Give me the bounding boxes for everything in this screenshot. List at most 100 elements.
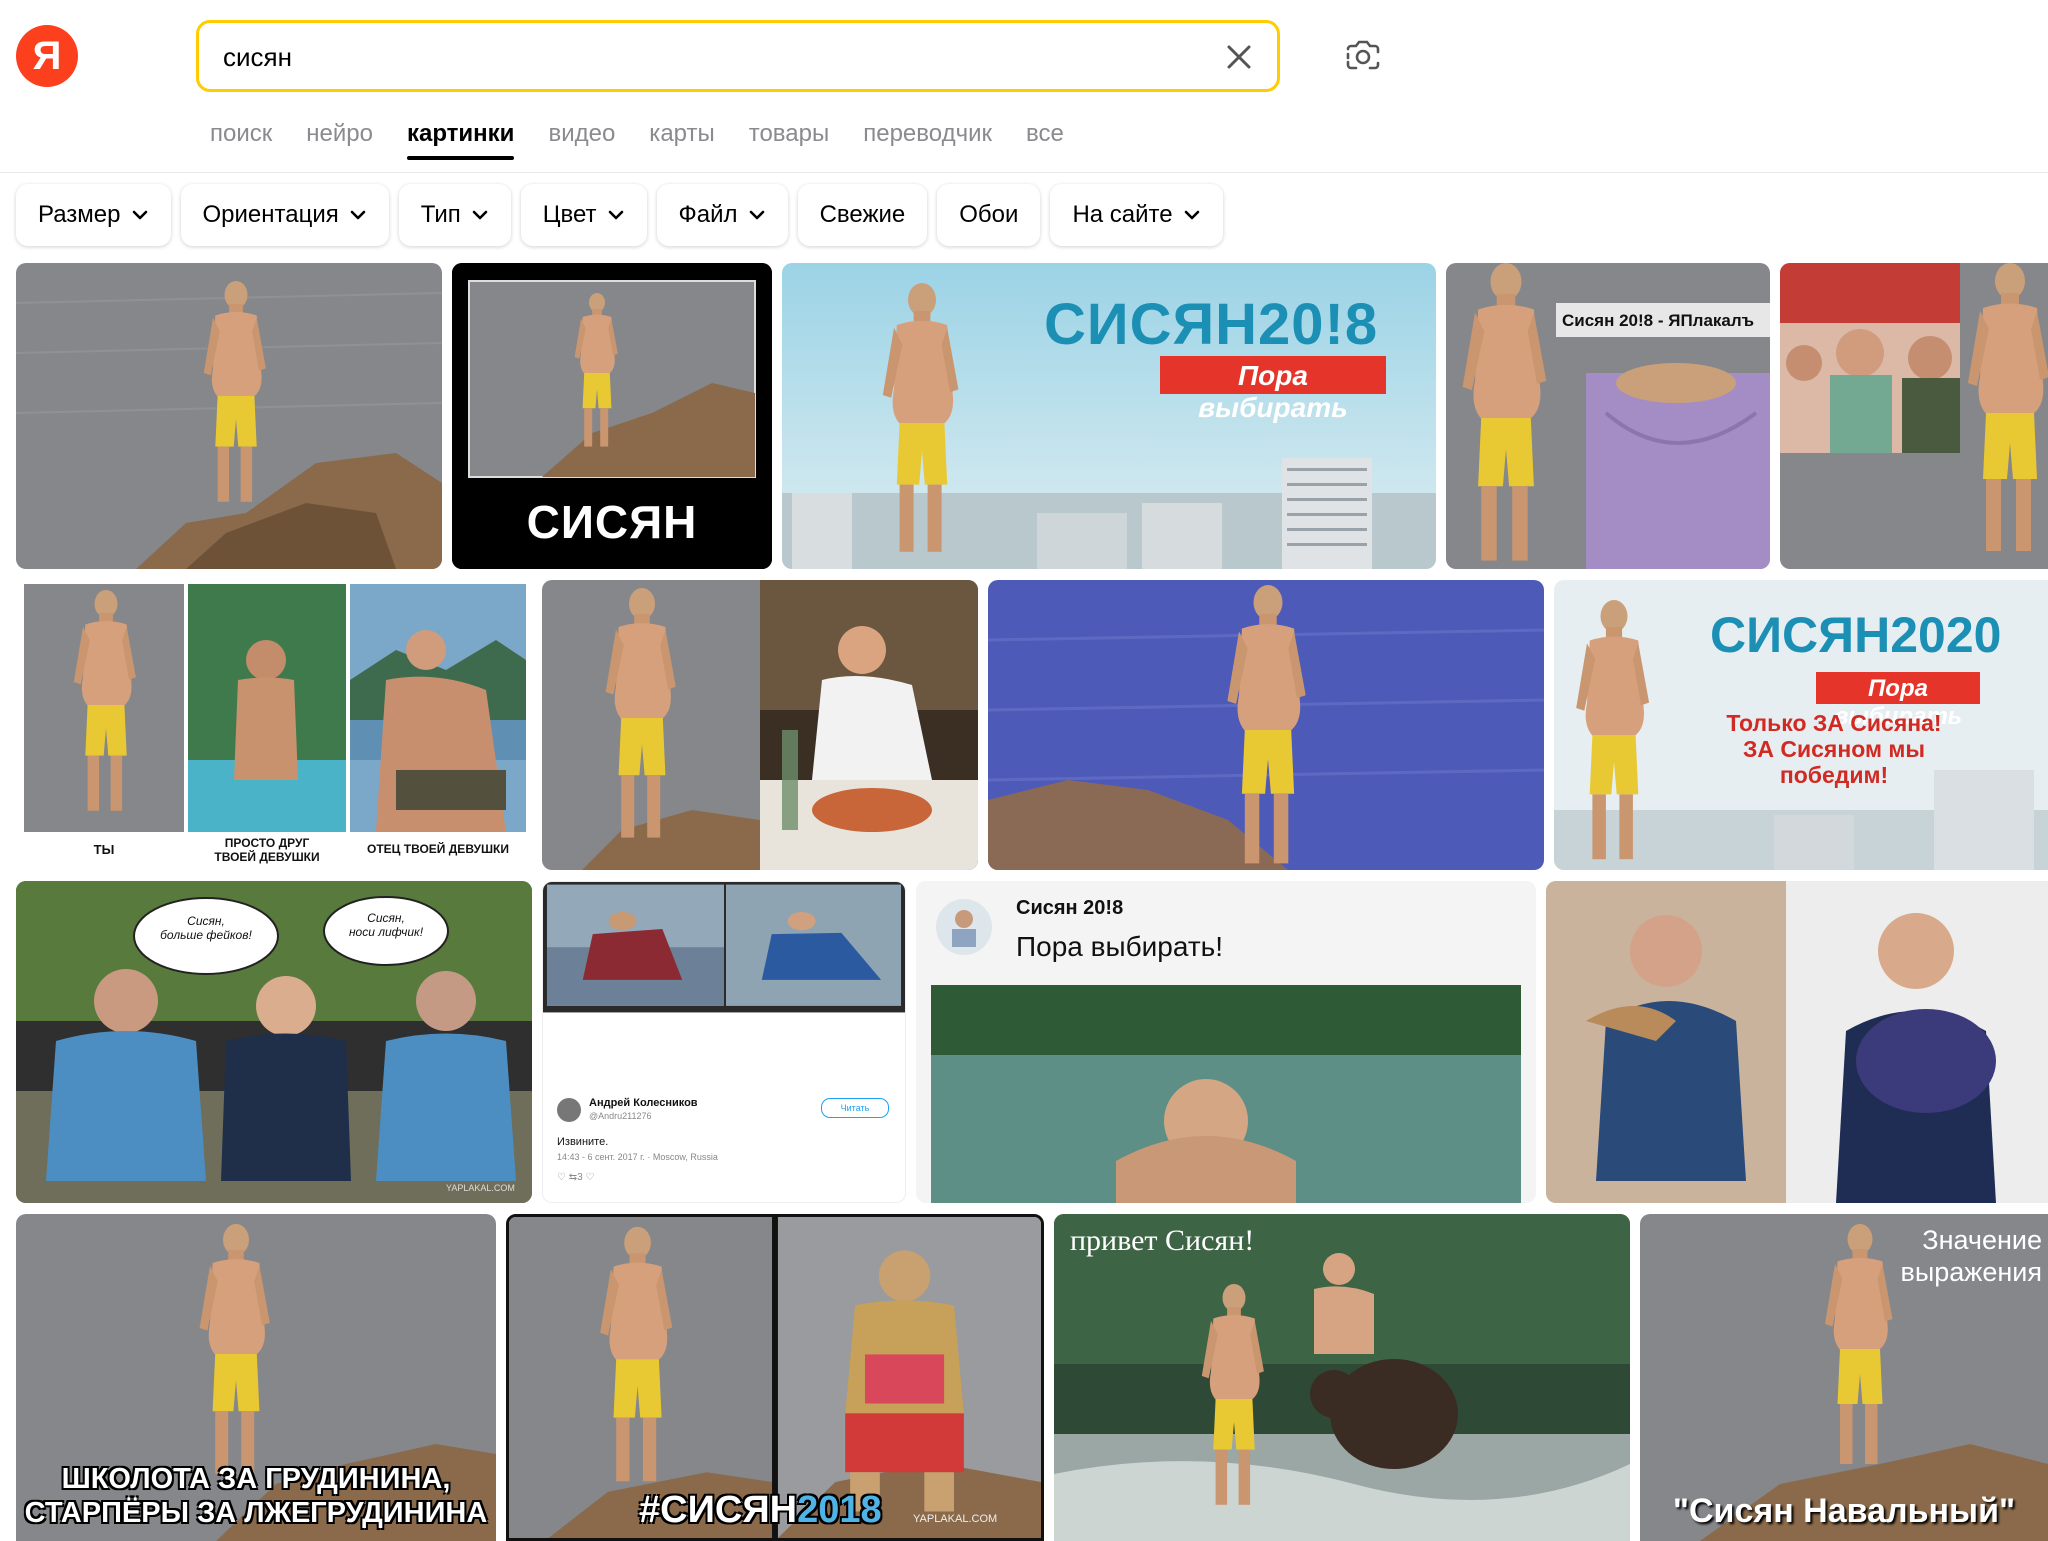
result-thumbnail xyxy=(1054,1214,1630,1541)
filter-file[interactable]: Файл xyxy=(656,184,788,246)
close-icon xyxy=(1227,45,1251,69)
filter-label: Файл xyxy=(678,201,738,228)
image-result[interactable]: СТИЛЬ БОГОМОЛА СТИЛЬ СИСЯНА Андрей Колес… xyxy=(542,881,906,1203)
image-result[interactable] xyxy=(988,580,1544,870)
filter-label: Обои xyxy=(959,201,1019,228)
header: Я поиск нейро картинки видео карты товар… xyxy=(0,0,2048,173)
caption-line: больше фейков! xyxy=(160,928,252,942)
result-caption: Сисян, носи лифчик! xyxy=(326,911,446,939)
caption-line: победим! xyxy=(1779,762,1889,788)
tab-goods[interactable]: товары xyxy=(749,112,830,158)
image-result[interactable]: СИСЯН xyxy=(452,263,772,569)
result-caption: Сисян 20!8 - ЯПлакалъ xyxy=(1562,311,1755,330)
yandex-logo[interactable]: Я xyxy=(16,25,78,87)
result-caption: привет Сисян! xyxy=(1070,1224,1255,1257)
image-search-button[interactable] xyxy=(1340,34,1386,80)
tweet-text: Извините. xyxy=(557,1136,609,1148)
result-thumbnail xyxy=(542,580,978,870)
image-result[interactable] xyxy=(542,580,978,870)
image-result[interactable] xyxy=(16,263,442,569)
result-caption: СТИЛЬ СИСЯНА xyxy=(745,1046,874,1063)
image-result[interactable]: ТЫ ПРОСТО ДРУГ ТВОЕЙ ДЕВУШКИ ОТЕЦ ТВОЕЙ Д… xyxy=(16,580,532,870)
filter-fresh[interactable]: Свежие xyxy=(797,184,928,246)
result-caption: Пора выбирать xyxy=(1198,360,1348,423)
tab-maps[interactable]: карты xyxy=(649,112,714,158)
result-caption: Значение выражения xyxy=(1901,1224,2042,1288)
result-thumbnail xyxy=(16,580,532,870)
image-result[interactable]: привет Сисян! xyxy=(1054,1214,1630,1541)
caption-line: ШКОЛОТА ЗА ГРУДИНИНА, xyxy=(61,1463,451,1495)
image-result[interactable]: Сисян 20!8 Пора выбирать! xyxy=(916,881,1536,1203)
filter-size[interactable]: Размер xyxy=(16,184,171,246)
caption-line: Только ЗА Сисяна! xyxy=(1726,710,1942,736)
result-caption: "Сисян Навальный" xyxy=(1672,1492,2016,1530)
result-thumbnail xyxy=(1446,263,1770,569)
image-result[interactable]: ШКОЛОТА ЗА ГРУДИНИНА, СТАРПЁРЫ ЗА ЛЖЕГРУД… xyxy=(16,1214,496,1541)
image-result[interactable] xyxy=(1546,881,2048,1203)
filter-label: Свежие xyxy=(819,201,906,228)
image-result[interactable]: СИСЯН2020 Пора выбирать Только ЗА Сисяна… xyxy=(1554,580,2048,870)
caption-line: ПРОСТО ДРУГ xyxy=(224,836,310,850)
result-caption: СИСЯН20!8 xyxy=(1044,292,1379,357)
image-result[interactable]: СИСЯН20!8 Пора выбирать xyxy=(782,263,1436,569)
search-box xyxy=(196,20,1280,92)
result-caption: Только ЗА Сисяна! ЗА Сисяном мы победим! xyxy=(1654,710,2014,788)
chevron-down-icon xyxy=(749,210,764,220)
watermark: YAPLAKAL.COM xyxy=(913,1513,998,1525)
filter-label: Ориентация xyxy=(202,201,339,228)
filter-bar: Размер Ориентация Тип Цвет Файл Свежие О… xyxy=(16,184,1223,250)
tab-all[interactable]: все xyxy=(1026,112,1064,158)
filter-on-site[interactable]: На сайте xyxy=(1050,184,1223,246)
search-input[interactable] xyxy=(221,33,1185,81)
result-caption: ШКОЛОТА ЗА ГРУДИНИНА, СТАРПЁРЫ ЗА ЛЖЕГРУД… xyxy=(16,1462,496,1530)
image-result[interactable] xyxy=(1780,263,2048,569)
post-text: Пора выбирать! xyxy=(1016,931,1224,962)
clear-search-button[interactable] xyxy=(1217,35,1261,79)
caption-line: ТВОЕЙ ДЕВУШКИ xyxy=(214,850,320,864)
tab-images[interactable]: картинки xyxy=(406,112,515,160)
chevron-down-icon xyxy=(1184,210,1199,220)
tab-search[interactable]: поиск xyxy=(210,112,272,158)
filter-label: На сайте xyxy=(1072,201,1173,228)
filter-label: Цвет xyxy=(542,201,597,228)
tab-translate[interactable]: переводчик xyxy=(863,112,992,158)
image-result[interactable]: Сисян, больше фейков! Сисян, носи лифчик! … xyxy=(16,881,532,1203)
tweet-author: Андрей Колесников xyxy=(589,1097,698,1109)
caption-part: 2018 xyxy=(797,1489,882,1531)
tab-neuro[interactable]: нейро xyxy=(306,112,373,158)
follow-badge: Читать xyxy=(821,1098,889,1118)
logo-letter: Я xyxy=(32,33,62,78)
chevron-down-icon xyxy=(350,210,366,220)
filter-wallpapers[interactable]: Обои xyxy=(937,184,1041,246)
result-caption: ПРОСТО ДРУГ ТВОЕЙ ДЕВУШКИ xyxy=(188,836,346,864)
filter-label: Тип xyxy=(420,201,461,228)
result-thumbnail xyxy=(916,881,1536,1203)
caption-line: Сисян, xyxy=(367,911,405,925)
result-caption: ТЫ xyxy=(93,842,115,857)
image-result[interactable]: #СИСЯН2018 YAPLAKAL.COM xyxy=(506,1214,1044,1541)
tweet-handle: @Andru211276 xyxy=(589,1111,652,1121)
caption-part: #СИСЯН xyxy=(639,1489,798,1531)
result-caption: ОТЕЦ ТВОЕЙ ДЕВУШКИ xyxy=(367,842,509,856)
watermark: YAPLAKAL.COM xyxy=(446,1183,515,1193)
caption-line: Значение xyxy=(1922,1225,2042,1255)
caption-line: Сисян, xyxy=(187,914,225,928)
filter-type[interactable]: Тип xyxy=(398,184,511,246)
chevron-down-icon xyxy=(608,210,623,220)
result-caption: СТИЛЬ БОГОМОЛА xyxy=(563,1046,717,1063)
image-result[interactable]: Сисян 20!8 - ЯПлакалъ xyxy=(1446,263,1770,569)
post-author: Сисян 20!8 xyxy=(1016,897,1124,919)
search-tabs: поиск нейро картинки видео карты товары … xyxy=(210,112,1098,168)
filter-orientation[interactable]: Ориентация xyxy=(180,184,389,246)
result-thumbnail xyxy=(16,263,442,569)
tweet-meta: 14:43 - 6 сент. 2017 г. · Moscow, Russia xyxy=(557,1152,718,1162)
chevron-down-icon xyxy=(472,210,488,220)
result-caption: СИСЯН xyxy=(526,496,698,548)
chevron-down-icon xyxy=(132,210,147,220)
avatar xyxy=(557,1098,581,1122)
filter-color[interactable]: Цвет xyxy=(520,184,647,246)
tab-video[interactable]: видео xyxy=(548,112,615,158)
caption-line: СТАРПЁРЫ ЗА ЛЖЕГРУДИНИНА xyxy=(24,1497,488,1529)
result-thumbnail xyxy=(1780,263,2048,569)
image-result[interactable]: Значение выражения "Сисян Навальный" xyxy=(1640,1214,2048,1541)
